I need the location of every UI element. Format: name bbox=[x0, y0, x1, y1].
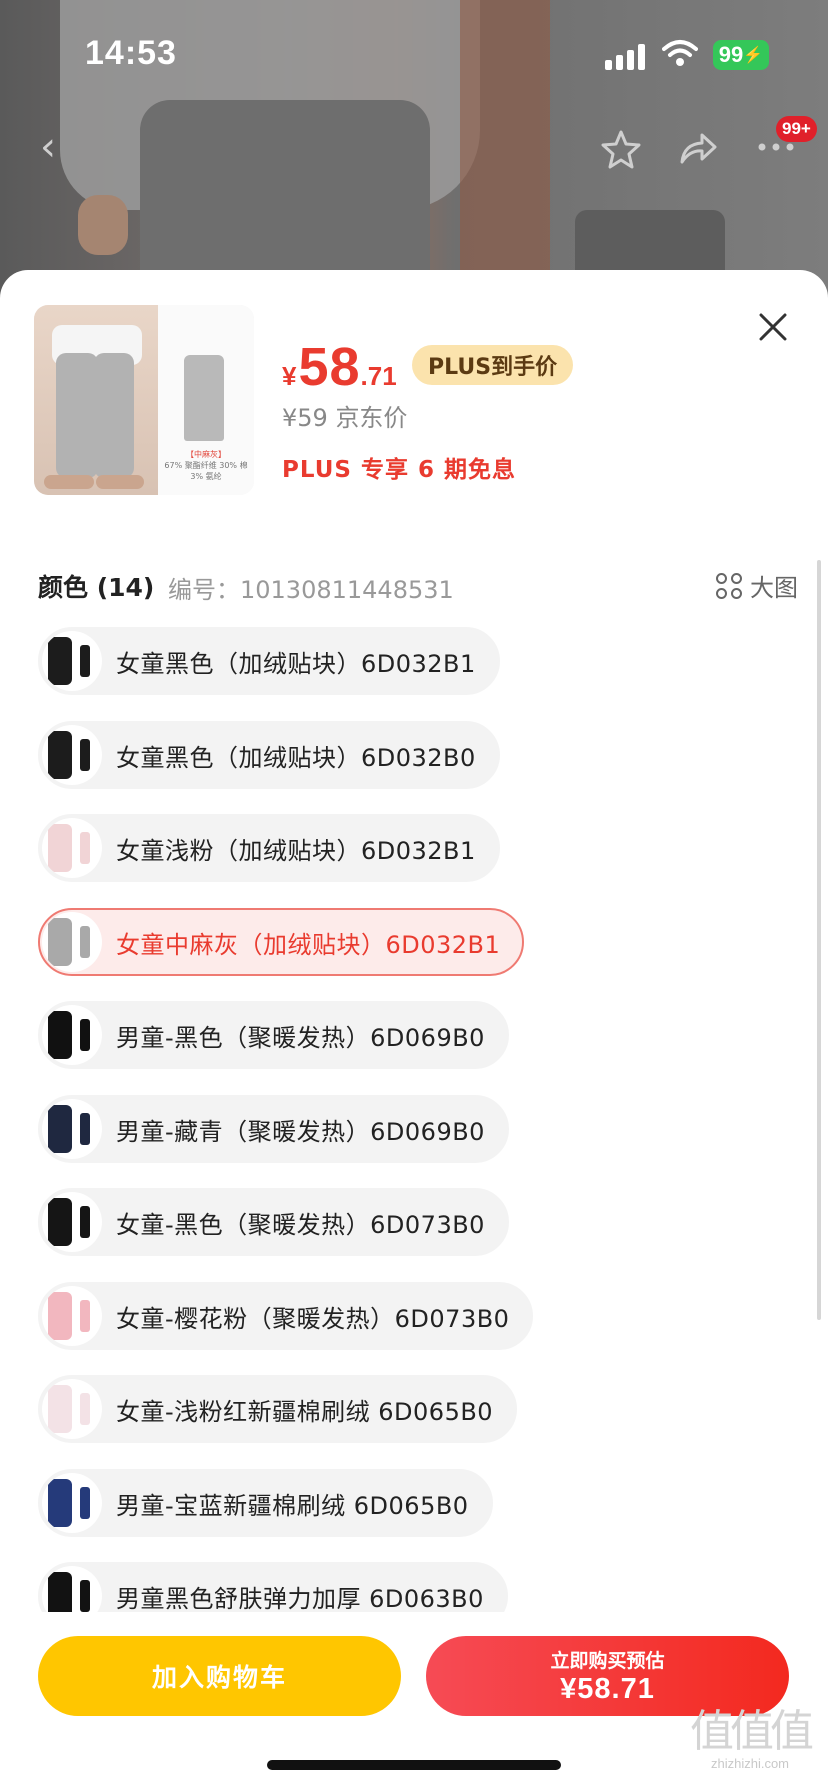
message-count-badge: 99+ bbox=[776, 116, 817, 142]
color-option-swatch bbox=[42, 1192, 102, 1252]
color-option-label: 女童-浅粉红新疆棉刷绒 6D065B0 bbox=[116, 1397, 494, 1426]
color-option-swatch bbox=[42, 631, 102, 691]
color-option-swatch bbox=[42, 912, 102, 972]
cellular-signal-icon bbox=[605, 44, 645, 70]
color-option-label: 男童黑色舒肤弹力加厚 6D063B0 bbox=[116, 1584, 484, 1613]
color-option-chip[interactable]: 男童-宝蓝新疆棉刷绒 6D065B0 bbox=[38, 1469, 493, 1537]
status-time: 14:53 bbox=[85, 34, 177, 72]
color-option-label: 女童浅粉（加绒贴块）6D032B1 bbox=[116, 836, 476, 865]
buy-now-label: 立即购买预估 bbox=[550, 1650, 665, 1672]
site-watermark: 值值值 zhizhizhi.com bbox=[676, 1707, 824, 1772]
color-option-label: 男童-黑色（聚暖发热）6D069B0 bbox=[116, 1023, 485, 1052]
back-icon[interactable]: ‹ bbox=[40, 124, 56, 170]
selected-sku-thumbnail[interactable]: 【中麻灰】 67% 聚酯纤维 30% 棉 3% 氨纶 bbox=[34, 305, 254, 495]
color-option-label: 男童-宝蓝新疆棉刷绒 6D065B0 bbox=[116, 1491, 469, 1520]
color-option-label: 女童黑色（加绒贴块）6D032B0 bbox=[116, 743, 476, 772]
color-option-label: 女童-黑色（聚暖发热）6D073B0 bbox=[116, 1210, 485, 1239]
color-option-label: 女童黑色（加绒贴块）6D032B1 bbox=[116, 649, 476, 678]
color-section-header: 颜色 (14) 编号：10130811448531 大图 bbox=[38, 568, 798, 604]
plus-price-tag: PLUS到手价 bbox=[412, 345, 574, 385]
wifi-icon bbox=[662, 38, 698, 72]
color-option-swatch bbox=[42, 1099, 102, 1159]
close-icon[interactable] bbox=[756, 310, 790, 344]
add-to-cart-button[interactable]: 加入购物车 bbox=[38, 1636, 401, 1716]
color-option-swatch bbox=[42, 1286, 102, 1346]
price-integer: 58 bbox=[298, 337, 361, 397]
color-option-chip[interactable]: 女童黑色（加绒贴块）6D032B0 bbox=[38, 721, 500, 789]
color-option-chip[interactable]: 男童-黑色（聚暖发热）6D069B0 bbox=[38, 1001, 509, 1069]
jd-price: ¥59 京东价 bbox=[282, 404, 408, 432]
watermark-site: zhizhizhi.com bbox=[710, 1756, 790, 1771]
watermark-logo: 值值值 bbox=[690, 1707, 814, 1756]
status-bar: 14:53 99 ⚡ bbox=[0, 0, 828, 110]
color-option-swatch bbox=[42, 818, 102, 878]
buy-now-button[interactable]: 立即购买预估 ¥58.71 bbox=[426, 1636, 789, 1716]
color-option-chip[interactable]: 女童-樱花粉（聚暖发热）6D073B0 bbox=[38, 1282, 534, 1350]
thumbnail-pants bbox=[184, 355, 224, 441]
sku-number: 编号：10130811448531 bbox=[168, 576, 454, 604]
sku-selector-sheet: 【中麻灰】 67% 聚酯纤维 30% 棉 3% 氨纶 ¥ 58 .71 PLUS… bbox=[0, 270, 828, 1792]
share-icon[interactable] bbox=[676, 128, 718, 174]
color-option-chip[interactable]: 女童中麻灰（加绒贴块）6D032B1 bbox=[38, 908, 525, 976]
color-option-chip[interactable]: 女童浅粉（加绒贴块）6D032B1 bbox=[38, 814, 500, 882]
plus-installment-promo[interactable]: PLUS 专享 6 期免息 bbox=[282, 450, 516, 484]
color-option-chip[interactable]: 男童-藏青（聚暖发热）6D069B0 bbox=[38, 1095, 509, 1163]
hero-hand bbox=[78, 195, 128, 255]
battery-level: 99 bbox=[718, 42, 744, 67]
thumbnail-caption: 【中麻灰】 67% 聚酯纤维 30% 棉 3% 氨纶 bbox=[164, 450, 248, 481]
color-option-chip[interactable]: 女童黑色（加绒贴块）6D032B1 bbox=[38, 627, 500, 695]
color-option-swatch bbox=[42, 725, 102, 785]
color-option-swatch bbox=[42, 1379, 102, 1439]
color-option-label: 男童-藏青（聚暖发热）6D069B0 bbox=[116, 1117, 485, 1146]
color-section-title: 颜色 (14) bbox=[38, 573, 155, 602]
battery-icon: 99 ⚡ bbox=[713, 40, 769, 70]
product-nav-bar: ‹ bbox=[0, 120, 828, 180]
price-decimal: .71 bbox=[360, 361, 397, 391]
star-favorite-icon[interactable] bbox=[600, 128, 642, 174]
home-indicator[interactable] bbox=[267, 1760, 561, 1770]
scrollbar[interactable] bbox=[817, 560, 821, 1320]
big-picture-toggle[interactable]: 大图 bbox=[716, 568, 798, 603]
color-option-swatch bbox=[42, 1473, 102, 1533]
color-option-chip[interactable]: 女童-黑色（聚暖发热）6D073B0 bbox=[38, 1188, 509, 1256]
color-option-chip[interactable]: 女童-浅粉红新疆棉刷绒 6D065B0 bbox=[38, 1375, 518, 1443]
buy-now-price: ¥58.71 bbox=[560, 1673, 655, 1705]
plus-price: ¥ 58 .71 bbox=[282, 336, 397, 398]
color-option-label: 女童-樱花粉（聚暖发热）6D073B0 bbox=[116, 1304, 510, 1333]
price-currency: ¥ bbox=[282, 361, 297, 391]
color-option-label: 女童中麻灰（加绒贴块）6D032B1 bbox=[116, 930, 501, 959]
color-option-swatch bbox=[42, 1005, 102, 1065]
big-picture-label: 大图 bbox=[750, 574, 798, 602]
grid-view-icon bbox=[716, 572, 742, 599]
thumbnail-model-photo bbox=[34, 305, 158, 495]
